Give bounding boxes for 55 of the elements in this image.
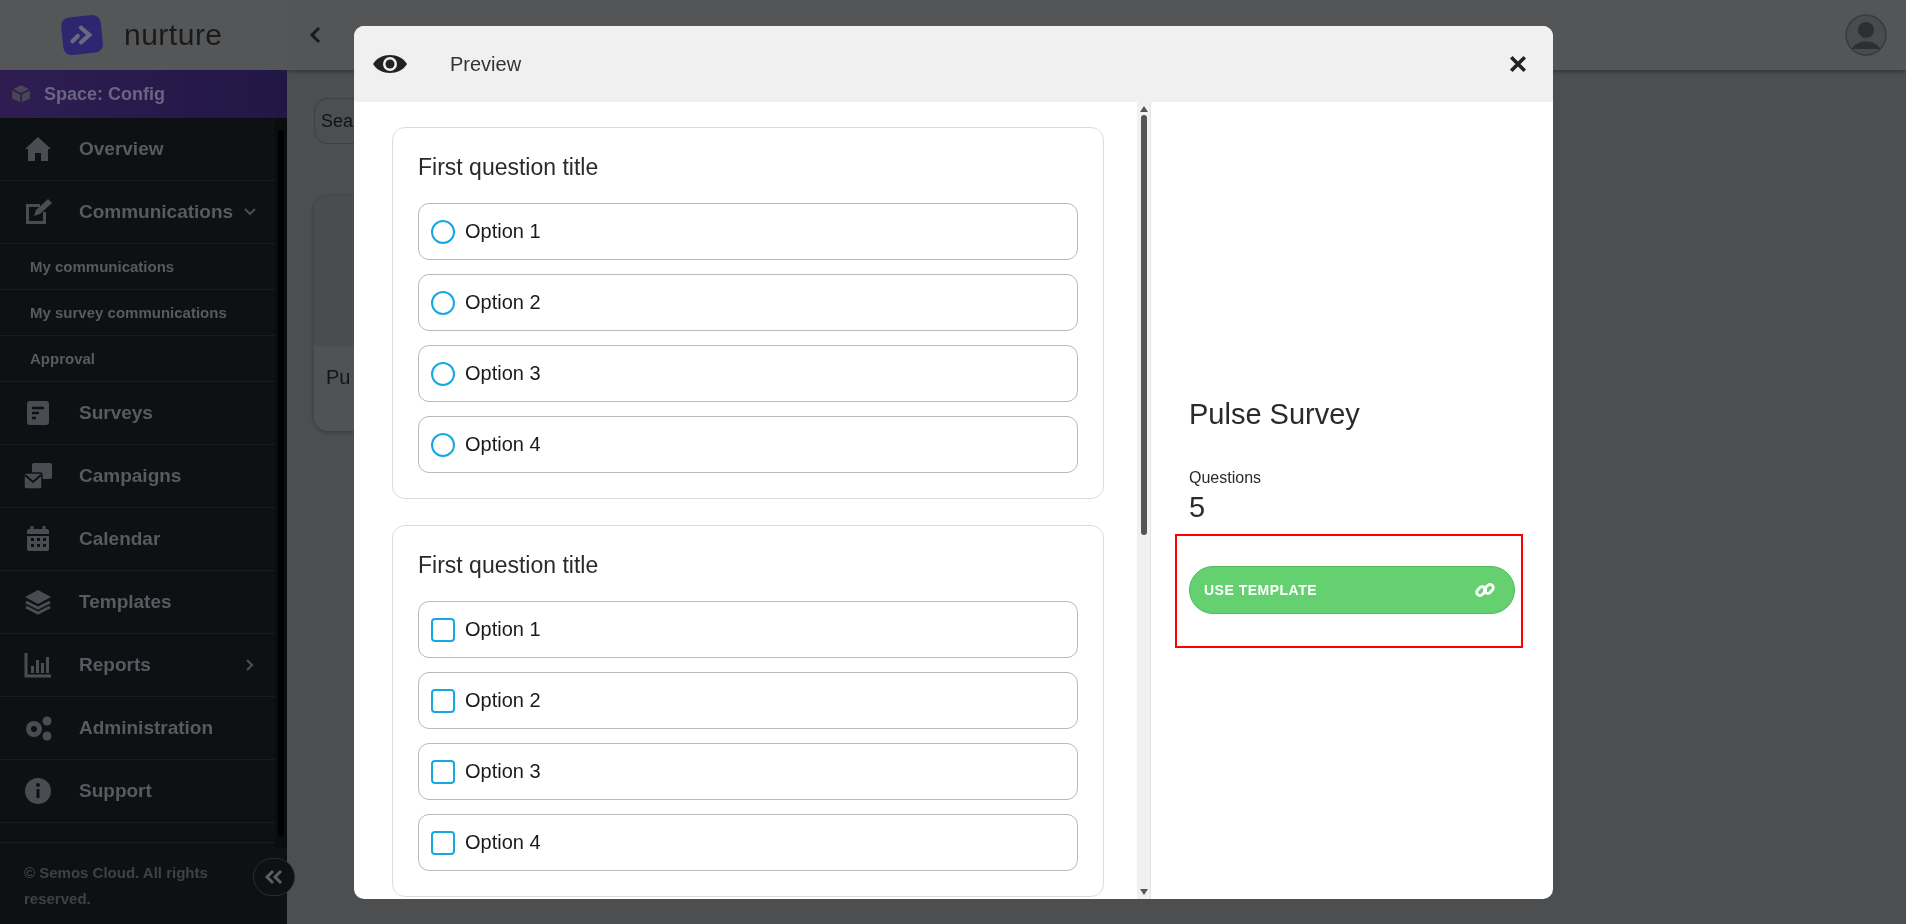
- info-icon: [22, 775, 54, 807]
- nav-item[interactable]: Overview: [0, 118, 275, 181]
- option-row[interactable]: Option 2: [418, 672, 1078, 729]
- option-label: Option 4: [465, 831, 541, 854]
- space-selector[interactable]: Space: Config: [0, 70, 287, 118]
- logo-icon: [60, 14, 104, 56]
- nav-item[interactable]: Calendar: [0, 508, 275, 571]
- option-label: Option 3: [465, 760, 541, 783]
- option-label: Option 1: [465, 618, 541, 641]
- radio-button[interactable]: [431, 290, 455, 315]
- option-row[interactable]: Option 1: [418, 601, 1078, 658]
- card-title: Pu: [326, 366, 351, 389]
- question-title: First question title: [418, 154, 600, 181]
- stat-value: 5: [1189, 491, 1206, 524]
- template-card[interactable]: Pu: [314, 196, 354, 431]
- option-row[interactable]: Option 3: [418, 743, 1078, 800]
- option-row[interactable]: Option 4: [418, 814, 1078, 871]
- logo-text: nurture: [124, 18, 223, 52]
- option-label: Option 2: [465, 689, 541, 712]
- use-template-button[interactable]: USE TEMPLATE: [1189, 566, 1515, 614]
- option-label: Option 4: [465, 433, 541, 456]
- nav-item[interactable]: Communications: [0, 181, 275, 244]
- stat-label: Questions: [1189, 469, 1262, 487]
- checkbox[interactable]: [431, 830, 455, 855]
- dialog-title: Preview: [450, 52, 523, 76]
- nav-item[interactable]: Templates: [0, 571, 275, 634]
- option-label: Option 1: [465, 220, 541, 243]
- option-row[interactable]: Option 3: [418, 345, 1078, 402]
- avatar-icon[interactable]: [1844, 13, 1888, 57]
- collapse-sidebar-icon[interactable]: [253, 858, 295, 896]
- nav-item[interactable]: Reports: [0, 634, 275, 697]
- radio-button[interactable]: [431, 219, 455, 244]
- question-title: First question title: [418, 552, 600, 579]
- nav-item[interactable]: Support: [0, 760, 275, 823]
- option-row[interactable]: Option 2: [418, 274, 1078, 331]
- radio-button[interactable]: [431, 361, 455, 386]
- eye-icon: [372, 52, 408, 76]
- option-row[interactable]: Option 4: [418, 416, 1078, 473]
- checkbox[interactable]: [431, 759, 455, 784]
- option-label: Option 3: [465, 362, 541, 385]
- close-icon[interactable]: [1509, 55, 1527, 73]
- mail-icon: [22, 460, 54, 492]
- survey-name: Pulse Survey: [1189, 398, 1360, 431]
- nav-item[interactable]: Administration: [0, 697, 275, 760]
- scrollbar[interactable]: [1137, 102, 1151, 899]
- back-icon[interactable]: [309, 26, 321, 44]
- option-row[interactable]: Option 1: [418, 203, 1078, 260]
- checkbox[interactable]: [431, 617, 455, 642]
- scrollbar[interactable]: [275, 118, 287, 848]
- cube-icon: [10, 83, 32, 105]
- nav-item[interactable]: Surveys: [0, 382, 275, 445]
- checkbox[interactable]: [431, 688, 455, 713]
- radio-button[interactable]: [431, 432, 455, 457]
- nav-item[interactable]: Campaigns: [0, 445, 275, 508]
- option-label: Option 2: [465, 291, 541, 314]
